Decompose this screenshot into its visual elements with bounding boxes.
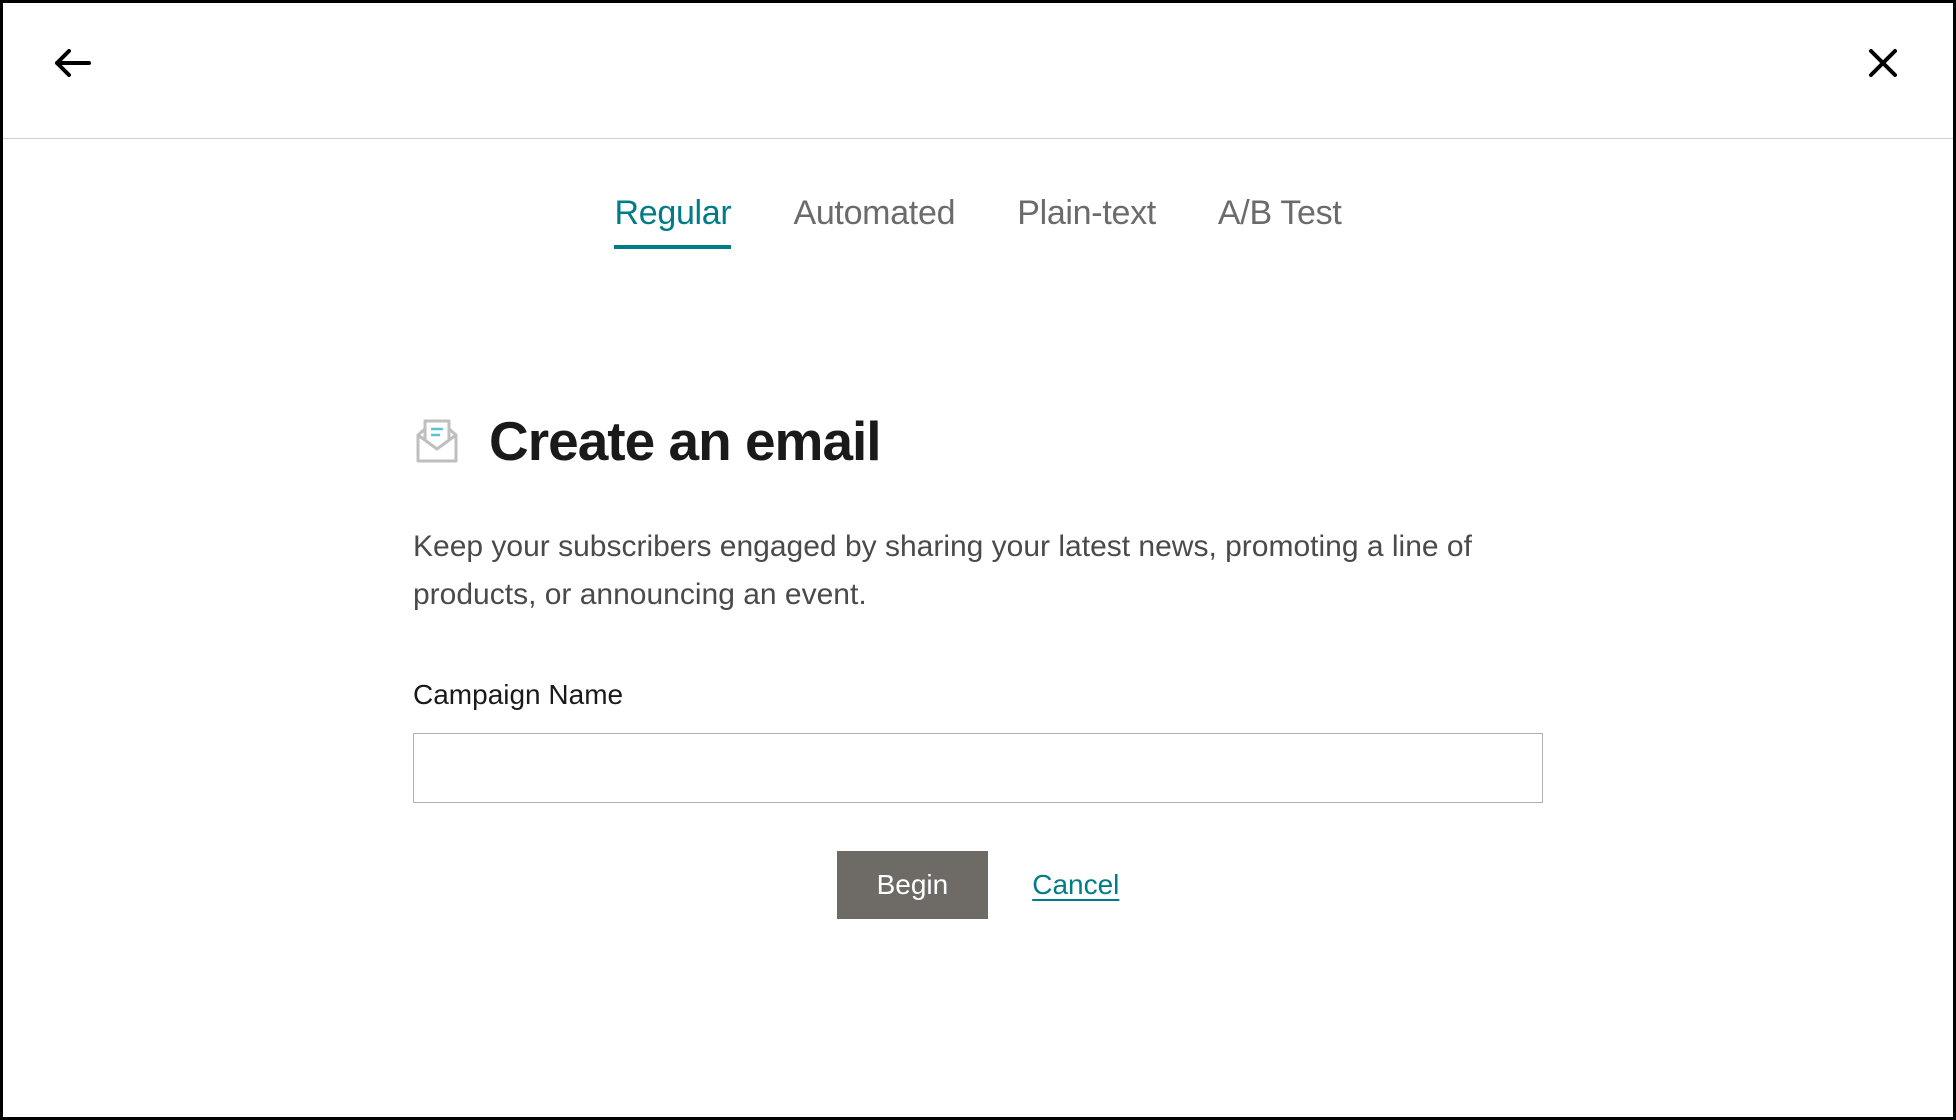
- email-icon: [413, 417, 461, 465]
- action-bar: Begin Cancel: [413, 851, 1543, 919]
- close-icon: [1868, 48, 1898, 78]
- tab-regular[interactable]: Regular: [614, 194, 731, 249]
- cancel-button[interactable]: Cancel: [1032, 869, 1119, 901]
- campaign-name-input[interactable]: [413, 733, 1543, 803]
- main-content: Create an email Keep your subscribers en…: [413, 259, 1543, 919]
- campaign-name-label: Campaign Name: [413, 679, 1543, 711]
- tab-ab-test[interactable]: A/B Test: [1218, 194, 1342, 249]
- arrow-left-icon: [55, 49, 91, 77]
- begin-button[interactable]: Begin: [837, 851, 989, 919]
- page-title: Create an email: [489, 409, 881, 473]
- modal-header: [3, 3, 1953, 139]
- close-button[interactable]: [1863, 43, 1903, 83]
- tab-plain-text[interactable]: Plain-text: [1017, 194, 1156, 249]
- page-description: Keep your subscribers engaged by sharing…: [413, 523, 1543, 619]
- tab-automated[interactable]: Automated: [793, 194, 955, 249]
- tab-bar: Regular Automated Plain-text A/B Test: [3, 139, 1953, 259]
- back-button[interactable]: [53, 43, 93, 83]
- title-row: Create an email: [413, 409, 1543, 473]
